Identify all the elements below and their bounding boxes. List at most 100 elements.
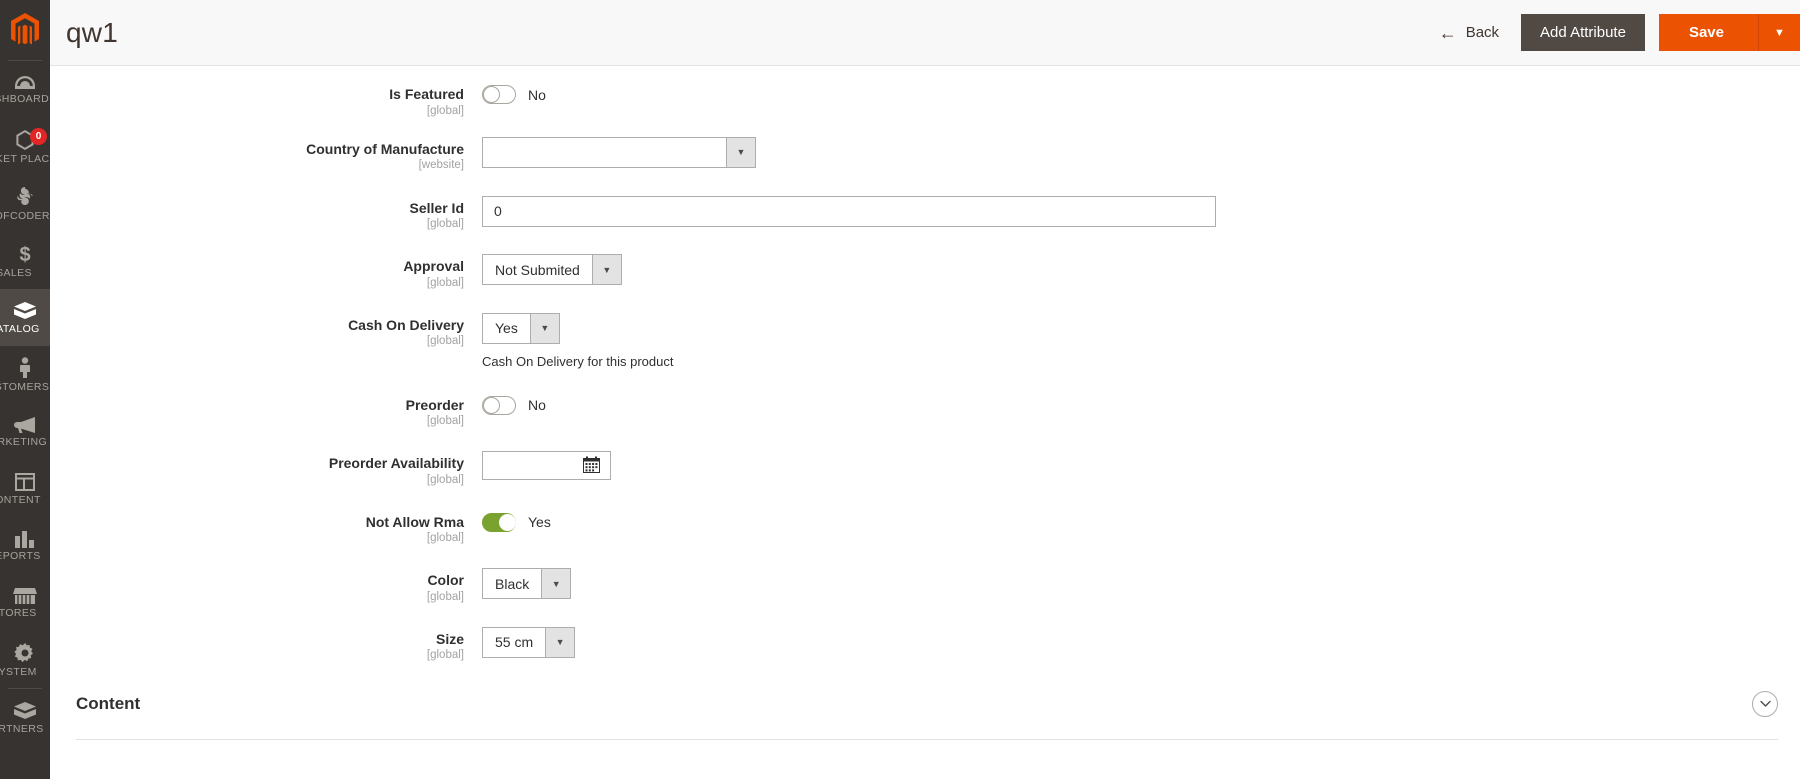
sidebar-item-label: DASHBOARD	[0, 92, 50, 105]
field-control-col: Yes ▼ Cash On Delivery for this product	[482, 311, 1800, 369]
caret-down-icon: ▼	[545, 627, 575, 657]
add-attribute-button[interactable]: Add Attribute	[1521, 14, 1645, 51]
cash-on-delivery-select[interactable]: Yes ▼	[482, 312, 560, 344]
caret-down-icon: ▼	[529, 313, 559, 343]
field-scope: [global]	[426, 649, 464, 661]
preorder-value: No	[528, 397, 546, 413]
color-select[interactable]: Black ▼	[482, 568, 572, 599]
field-preorder: Preorder [global] No	[50, 391, 1800, 428]
save-split-button: Save ▼	[1658, 14, 1800, 51]
field-scope: [global]	[426, 590, 464, 603]
color-value: Black	[495, 575, 530, 592]
sidebar-item-odofcoder[interactable]: ODOFCODER	[0, 175, 50, 232]
sidebar-item-label: CONTENT	[0, 493, 41, 506]
sidebar-item-stores[interactable]: STORES	[0, 574, 50, 631]
field-seller-id: Seller Id [global]	[50, 194, 1800, 231]
field-label: Size	[435, 630, 464, 647]
size-select[interactable]: 55 cm ▼	[482, 626, 576, 658]
size-value: 55 cm	[495, 634, 534, 650]
page-header: qw1 ← Back Add Attribute Save ▼	[50, 0, 1800, 66]
field-label: Cash On Delivery	[348, 316, 464, 333]
content-section-title: Content	[76, 694, 141, 713]
sidebar-item-label: MARKET PLACE	[0, 152, 50, 165]
sidebar-item-label: ODOFCODER	[0, 209, 50, 222]
country-of-manufacture-select[interactable]: ▼	[482, 136, 756, 168]
sidebar-item-system[interactable]: SYSTEM	[0, 631, 50, 688]
field-control-col: Yes	[482, 508, 1800, 532]
field-label-col: Seller Id [global]	[50, 194, 482, 231]
sidebar-item-catalog[interactable]: CATALOG	[0, 289, 50, 346]
field-scope: [global]	[426, 473, 464, 486]
back-button-label: Back	[1465, 24, 1500, 41]
field-approval: Approval [global] Not Submited ▼	[50, 252, 1800, 289]
field-label-col: Preorder [global]	[50, 391, 482, 428]
field-label: Is Featured	[389, 86, 464, 102]
content-section-header[interactable]: Content	[76, 691, 1778, 740]
calendar-icon	[583, 456, 600, 476]
sidebar-item-label: PARTNERS	[0, 722, 44, 735]
sidebar-item-market-place[interactable]: 0 MARKET PLACE	[0, 118, 50, 175]
not-allow-rma-value: Yes	[528, 514, 551, 530]
field-scope: [global]	[426, 415, 464, 427]
sidebar-item-customers[interactable]: CUSTOMERS	[0, 346, 50, 403]
dollar-icon: $	[17, 243, 33, 265]
country-of-manufacture-value	[483, 138, 726, 167]
sidebar-item-marketing[interactable]: MARKETING	[0, 403, 50, 460]
back-button[interactable]: ← Back	[1417, 0, 1521, 65]
svg-text:$: $	[19, 244, 30, 265]
preorder-availability-input[interactable]	[483, 452, 575, 479]
field-scope: [global]	[426, 104, 464, 117]
sidebar-badge-market-place: 0	[30, 128, 47, 145]
arrow-left-icon: ←	[1438, 22, 1457, 43]
caret-down-icon: ▼	[726, 137, 755, 167]
field-label-col: Size [global]	[50, 625, 482, 662]
not-allow-rma-toggle[interactable]	[482, 512, 516, 532]
sidebar-item-dashboard[interactable]: DASHBOARD	[0, 61, 50, 118]
caret-down-icon: ▼	[1774, 26, 1785, 39]
field-scope: [global]	[426, 218, 464, 230]
field-label-col: Color [global]	[50, 566, 482, 603]
field-label: Approval	[403, 258, 464, 274]
sidebar-item-label: CUSTOMERS	[0, 380, 50, 393]
sidebar-item-content[interactable]: CONTENT	[0, 460, 50, 517]
save-options-button[interactable]: ▼	[1758, 14, 1800, 51]
field-control-col: Not Submited ▼	[482, 252, 1800, 285]
field-label-col: Is Featured [global]	[50, 80, 482, 117]
bar-chart-icon	[14, 530, 36, 548]
preorder-toggle[interactable]	[482, 395, 516, 415]
sidebar-item-partners[interactable]: PARTNERS	[0, 689, 50, 746]
cash-on-delivery-note: Cash On Delivery for this product	[482, 353, 674, 369]
attributes-form: Is Featured [global] No Country of Manuf…	[50, 66, 1800, 661]
approval-select[interactable]: Not Submited ▼	[482, 254, 622, 285]
field-label: Color	[427, 572, 464, 588]
is-featured-toggle[interactable]	[482, 85, 516, 104]
field-control-col: Black ▼	[482, 566, 1800, 599]
field-label-col: Not Allow Rma [global]	[50, 508, 482, 545]
field-cash-on-delivery: Cash On Delivery [global] Yes ▼ Cash On …	[50, 311, 1800, 369]
sidebar-item-label: SYSTEM	[0, 665, 37, 678]
seller-id-input[interactable]	[482, 195, 1216, 227]
toggle-wrap: No	[482, 393, 1800, 415]
gear-icon	[14, 642, 36, 664]
calendar-button[interactable]	[575, 452, 608, 479]
field-country-of-manufacture: Country of Manufacture [website] ▼	[50, 135, 1800, 172]
field-is-featured: Is Featured [global] No	[50, 80, 1800, 117]
sidebar-item-sales[interactable]: $ SALES	[0, 232, 50, 289]
field-scope: [website]	[418, 159, 464, 171]
sidebar-item-label: REPORTS	[0, 549, 41, 562]
approval-value: Not Submited	[495, 261, 580, 278]
magento-logo[interactable]	[0, 0, 50, 60]
toggle-knob	[483, 396, 500, 414]
chevron-down-icon[interactable]	[1752, 691, 1778, 717]
field-scope: [global]	[426, 276, 464, 289]
content-section: Content	[50, 691, 1800, 740]
toggle-wrap: No	[482, 82, 1800, 104]
sidebar-item-label: CATALOG	[0, 322, 40, 335]
field-size: Size [global] 55 cm ▼	[50, 625, 1800, 662]
header-actions: ← Back Add Attribute Save ▼	[1417, 0, 1800, 65]
save-button[interactable]: Save	[1658, 14, 1758, 51]
cash-on-delivery-value: Yes	[495, 320, 518, 336]
layout-icon	[14, 472, 36, 492]
dashboard-icon	[14, 75, 36, 91]
sidebar-item-reports[interactable]: REPORTS	[0, 517, 50, 574]
